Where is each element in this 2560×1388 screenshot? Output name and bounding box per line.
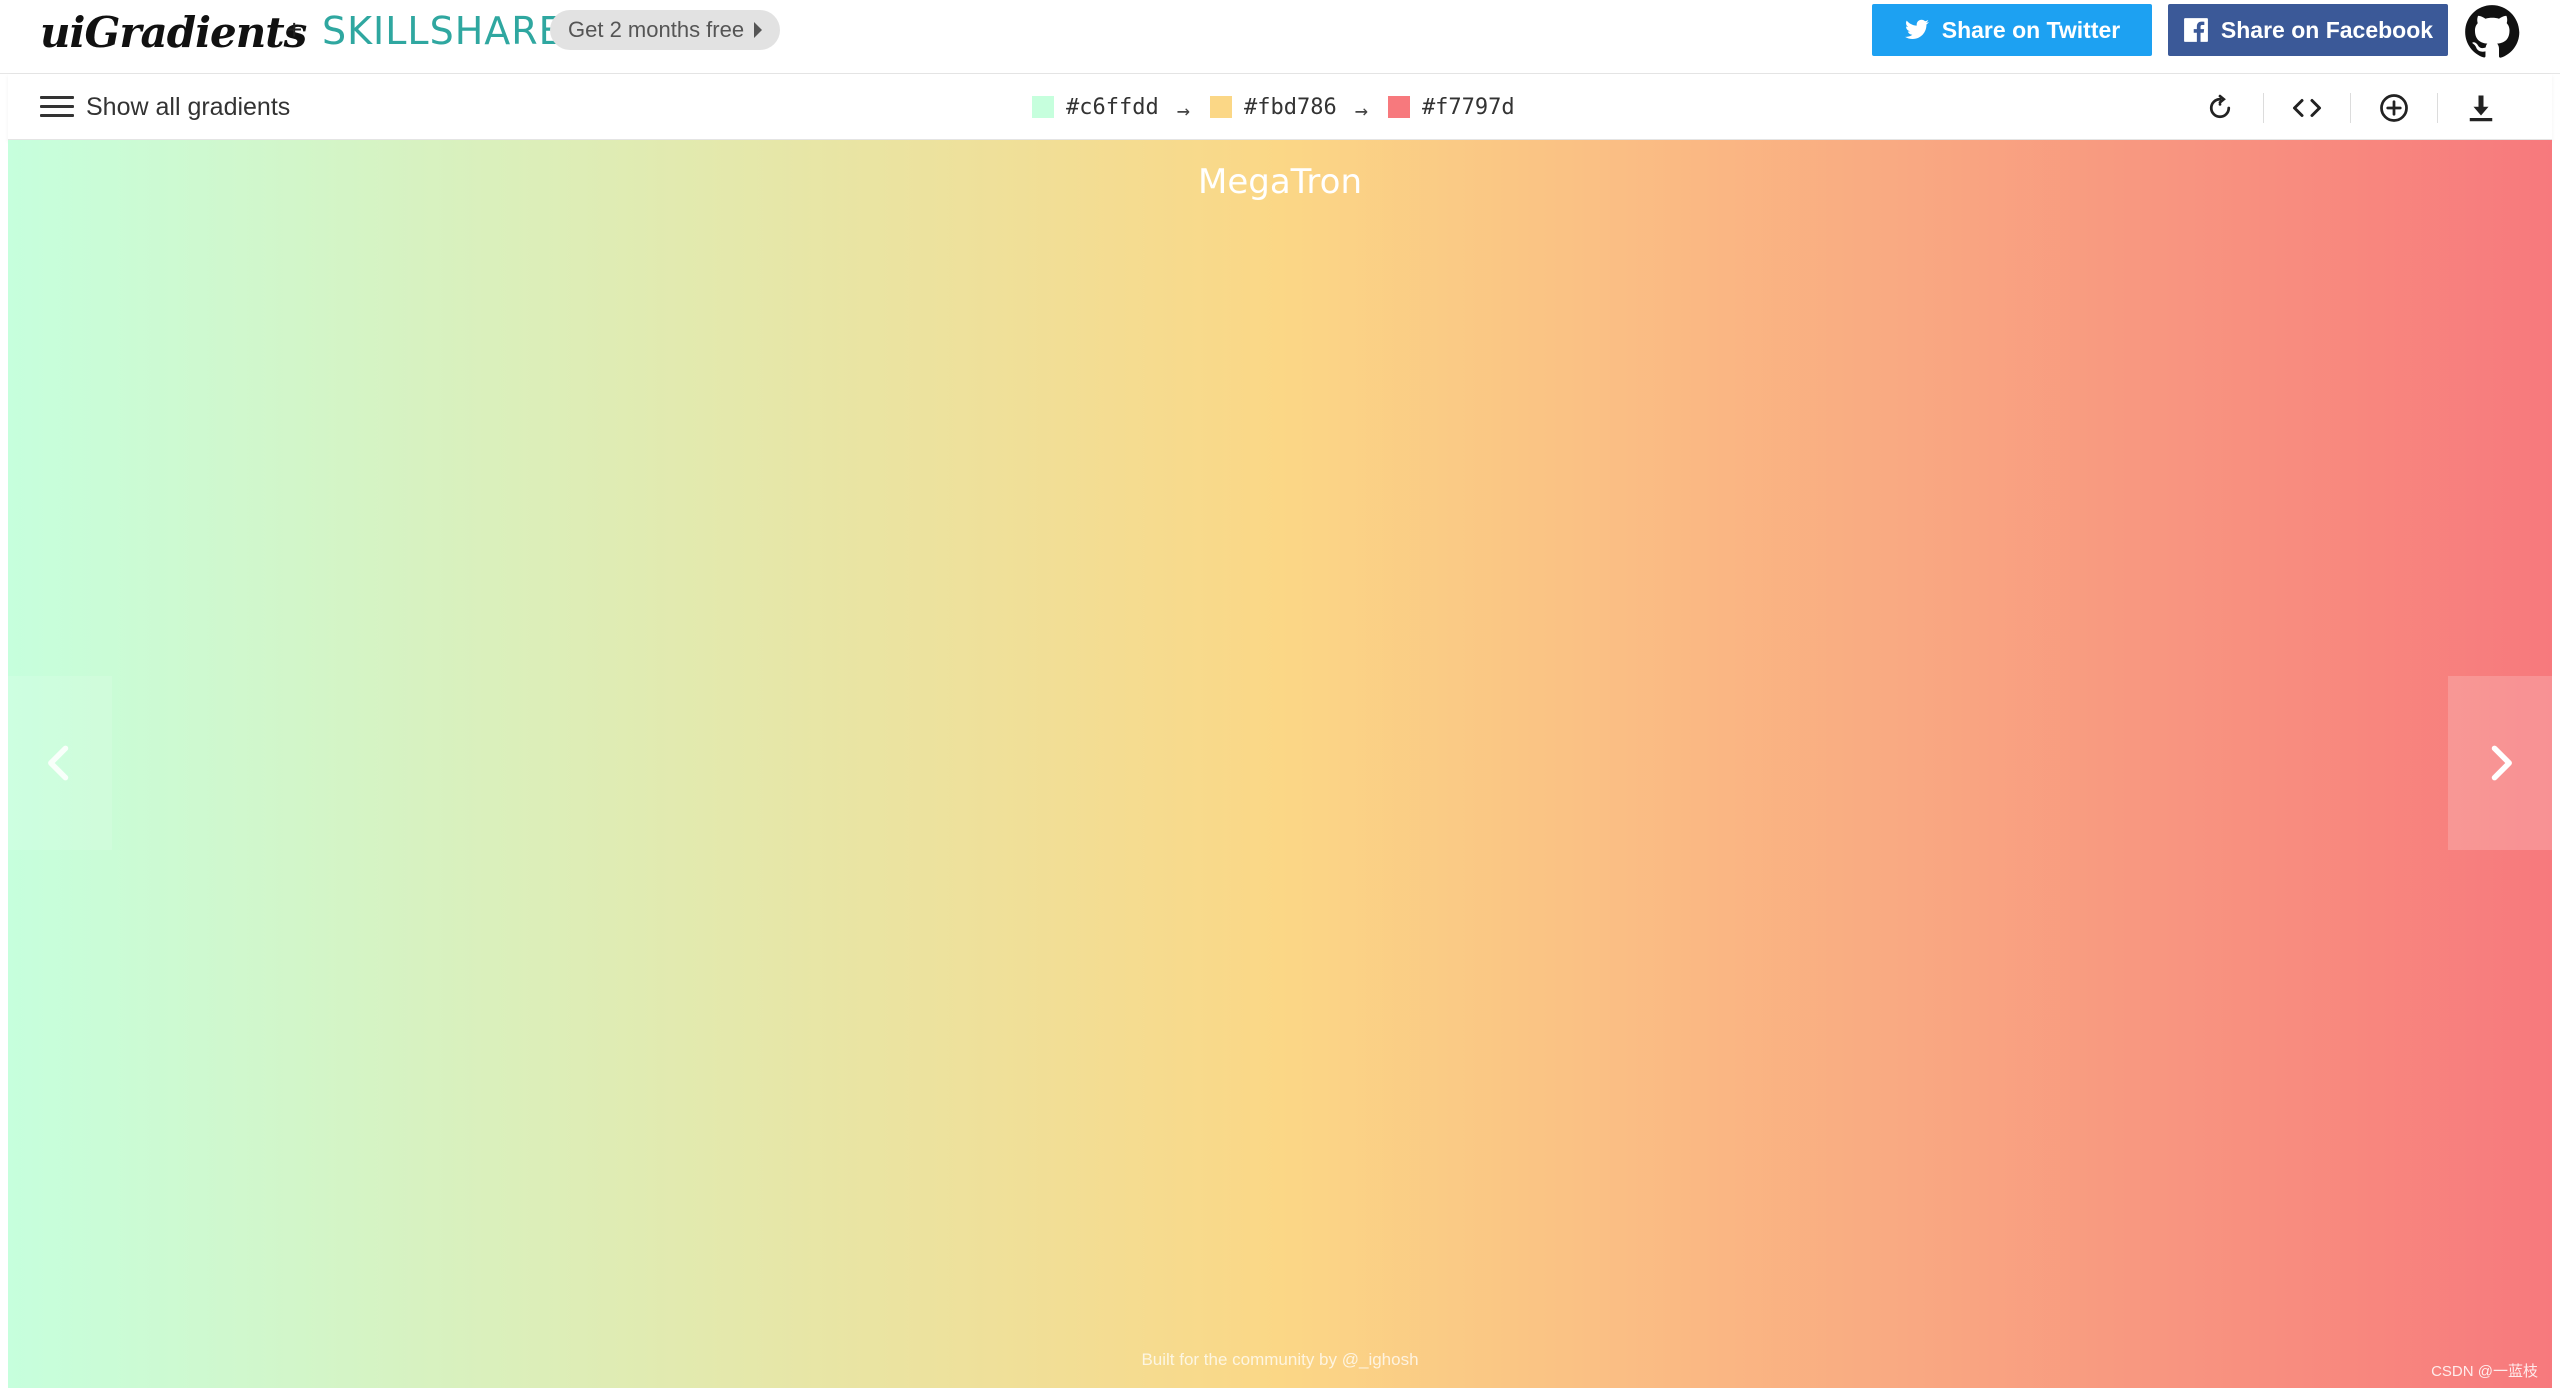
- share-twitter-label: Share on Twitter: [1941, 16, 2121, 43]
- color-stop[interactable]: #fbd786: [1209, 94, 1337, 120]
- github-icon: [2465, 5, 2520, 58]
- code-icon: [2293, 99, 2321, 117]
- color-stop[interactable]: #c6ffdd: [1032, 95, 1159, 120]
- share-facebook-label: Share on Facebook: [2220, 16, 2434, 43]
- top-header: uiGradients + SKILLSHARE Get 2 months fr…: [0, 0, 2560, 74]
- caret-right-icon: [754, 22, 763, 38]
- color-swatch: [1387, 96, 1410, 118]
- facebook-icon: [2183, 18, 2208, 42]
- color-stop-hex: #fbd786: [1243, 94, 1337, 120]
- arrow-right-icon: →: [1354, 98, 1368, 124]
- download-icon: [2469, 95, 2493, 122]
- gradient-tools: [2198, 88, 2503, 128]
- arrow-right-icon: →: [1176, 98, 1190, 124]
- chevron-right-icon: [2491, 745, 2512, 781]
- skillshare-logo[interactable]: SKILLSHARE: [322, 10, 564, 52]
- color-swatch: [1032, 96, 1054, 118]
- twitter-icon: [1904, 19, 1929, 39]
- promo-button[interactable]: Get 2 months free: [550, 10, 781, 50]
- share-facebook-button[interactable]: Share on Facebook: [2168, 4, 2448, 56]
- rotate-icon: [2209, 94, 2231, 119]
- color-stop[interactable]: #f7797d: [1387, 94, 1515, 120]
- chevron-left-icon: [48, 745, 69, 781]
- add-gradient-button[interactable]: [2372, 88, 2416, 128]
- gradient-name: MegaTron: [1197, 162, 1363, 202]
- color-stop-hex: #c6ffdd: [1066, 94, 1159, 120]
- gradient-preview: MegaTron Built for the community by @_ig…: [8, 140, 2552, 1388]
- rotate-button[interactable]: [2198, 88, 2242, 128]
- color-stop-hex: #f7797d: [1421, 94, 1515, 120]
- footer-credit[interactable]: Built for the community by @_ighosh: [8, 1350, 2552, 1370]
- show-all-label: Show all gradients: [86, 92, 291, 121]
- toolbar-divider: [2437, 93, 2438, 123]
- gradient-stops: #c6ffdd → #fbd786 → #f7797d: [1032, 90, 1515, 124]
- previous-gradient-button[interactable]: [8, 676, 112, 850]
- next-gradient-button[interactable]: [2448, 676, 2552, 850]
- share-twitter-button[interactable]: Share on Twitter: [1872, 4, 2152, 56]
- toolbar-divider: [2263, 93, 2264, 123]
- add-circle-icon: [2380, 94, 2408, 122]
- gradient-toolbar: Show all gradients #c6ffdd → #fbd786 → #…: [8, 74, 2552, 140]
- get-css-button[interactable]: [2285, 88, 2329, 128]
- uigradients-logo[interactable]: uiGradients: [40, 8, 307, 58]
- menu-icon: [40, 95, 74, 119]
- toolbar-divider: [2350, 93, 2351, 123]
- plus-sign: +: [286, 14, 303, 45]
- github-button[interactable]: [2464, 4, 2520, 60]
- color-swatch: [1209, 96, 1232, 118]
- show-all-gradients-button[interactable]: Show all gradients: [40, 90, 290, 124]
- download-button[interactable]: [2459, 88, 2503, 128]
- watermark: CSDN @一蓝枝: [2431, 1363, 2538, 1380]
- promo-label: Get 2 months free: [568, 17, 745, 42]
